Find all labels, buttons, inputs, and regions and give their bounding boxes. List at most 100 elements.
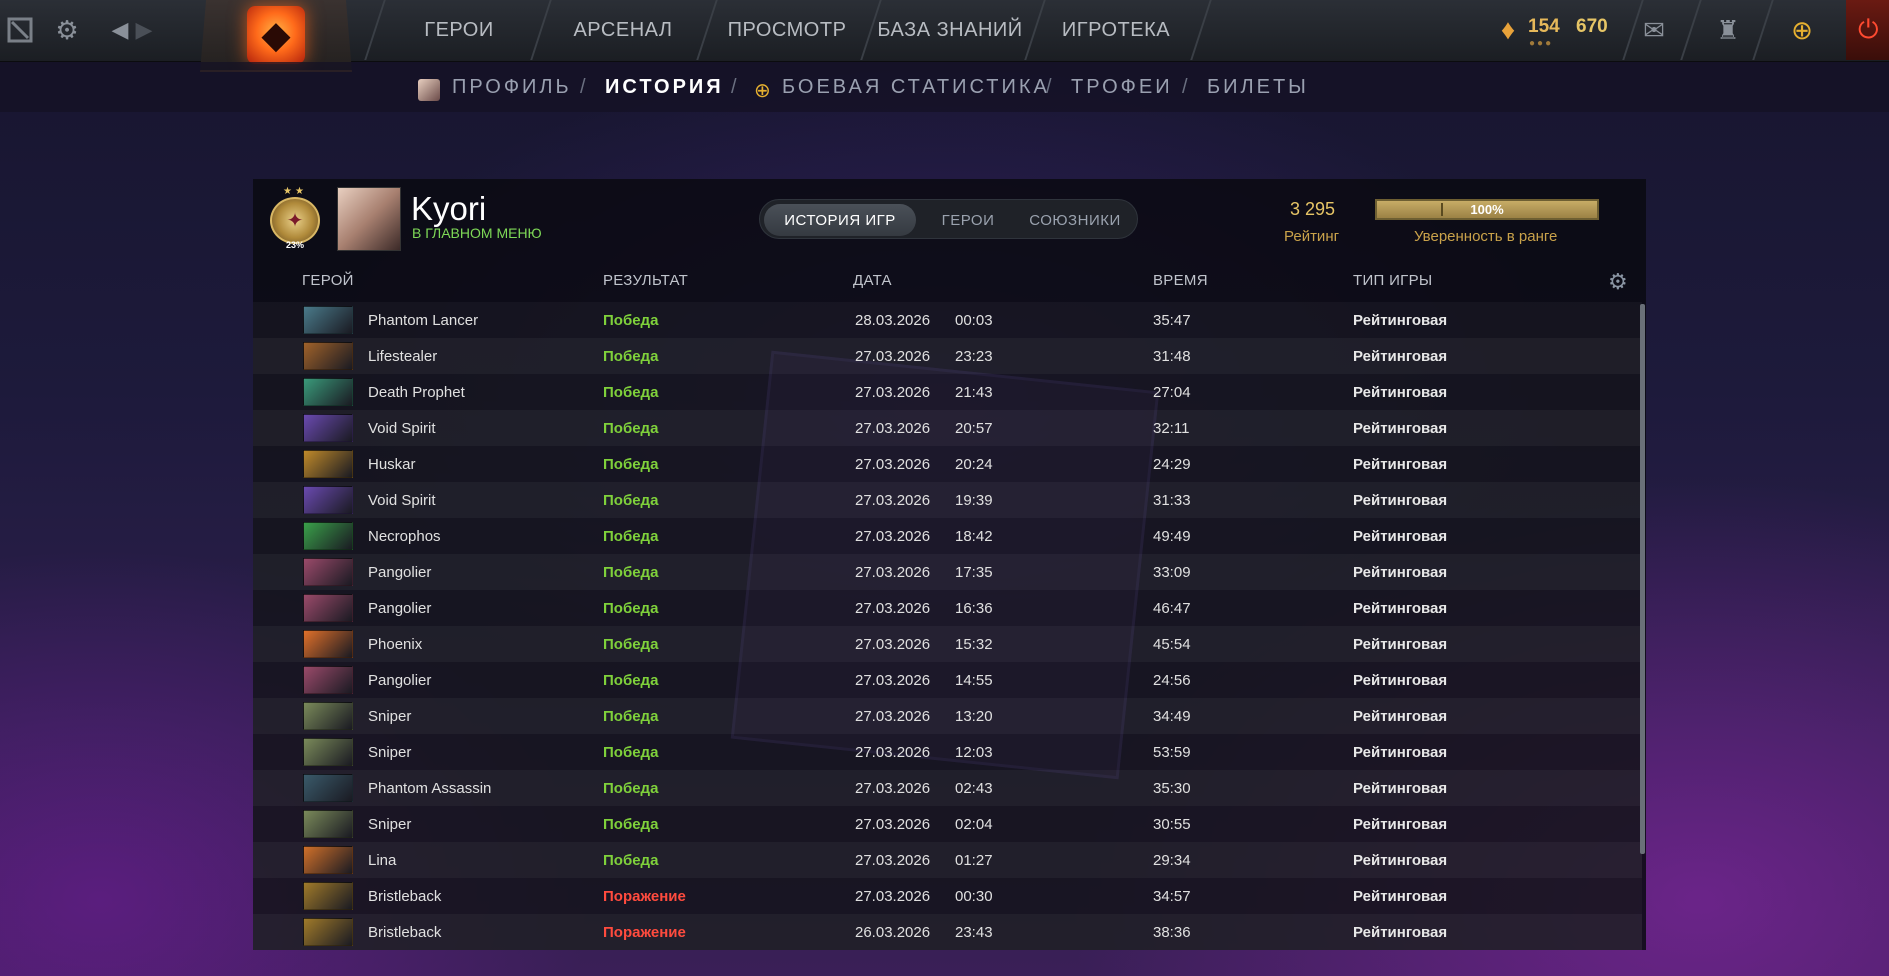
match-row[interactable]: Necrophos Победа 27.03.2026 18:42 49:49 Рейти… <box>253 518 1642 554</box>
power-icon: ⏻ <box>1858 14 1879 44</box>
hero-portrait <box>303 918 353 946</box>
column-header-date[interactable]: ДАТА <box>853 272 892 289</box>
match-result: Победа <box>603 815 659 833</box>
power-button[interactable]: ⏻ <box>1846 0 1889 60</box>
hero-name: Pangolier <box>368 599 432 617</box>
dota-plus-icon[interactable]: ⊕ <box>1786 14 1818 46</box>
tab-heroes[interactable]: ГЕРОИ <box>922 204 1014 236</box>
hero-name: Phantom Assassin <box>368 779 492 797</box>
nav-arcade[interactable]: ИГРОТЕКА <box>1040 0 1192 60</box>
tab-match-history[interactable]: ИСТОРИЯ ИГР <box>764 204 916 236</box>
match-row[interactable]: Sniper Победа 27.03.2026 12:03 53:59 Рейтинго… <box>253 734 1642 770</box>
hero-portrait <box>303 558 353 586</box>
tab-allies[interactable]: СОЮЗНИКИ <box>1016 204 1134 236</box>
match-date: 27.03.2026 <box>855 347 931 365</box>
match-duration: 24:56 <box>1153 671 1191 689</box>
game-mode: Рейтинговая <box>1353 527 1448 545</box>
subnav-profile[interactable]: ПРОФИЛЬ <box>452 76 572 99</box>
mail-icon[interactable]: ✉ <box>1638 14 1670 46</box>
match-duration: 46:47 <box>1153 599 1191 617</box>
hero-portrait <box>303 522 353 550</box>
nav-divider <box>1752 0 1774 60</box>
game-mode: Рейтинговая <box>1353 887 1448 905</box>
profile-avatar-icon <box>418 79 440 101</box>
gold-count: 670 <box>1576 16 1608 37</box>
player-name: Kyori <box>411 190 487 227</box>
nav-arsenal[interactable]: АРСЕНАЛ <box>548 0 698 60</box>
subnav-separator: / <box>580 76 586 98</box>
forward-arrow-icon[interactable]: ▶ <box>128 14 160 46</box>
match-result: Победа <box>603 455 659 473</box>
game-mode: Рейтинговая <box>1353 563 1448 581</box>
subnav-battle-stats[interactable]: БОЕВАЯ СТАТИСТИКА <box>782 76 1050 99</box>
match-row[interactable]: Huskar Победа 27.03.2026 20:24 24:29 Рейтинго… <box>253 446 1642 482</box>
match-date: 27.03.2026 <box>855 383 931 401</box>
hero-name: Phantom Lancer <box>368 311 479 329</box>
game-mode: Рейтинговая <box>1353 707 1448 725</box>
match-row[interactable]: Void Spirit Победа 27.03.2026 20:57 32:11 Рей… <box>253 410 1642 446</box>
column-header-hero[interactable]: ГЕРОЙ <box>302 272 354 289</box>
match-time: 12:03 <box>955 743 993 761</box>
match-row[interactable]: Sniper Победа 27.03.2026 13:20 34:49 Рейтинго… <box>253 698 1642 734</box>
rating-label: Рейтинг <box>1284 228 1340 245</box>
match-time: 00:03 <box>955 311 993 329</box>
match-duration: 49:49 <box>1153 527 1191 545</box>
hero-portrait <box>303 450 353 478</box>
nav-heroes[interactable]: ГЕРОИ <box>384 0 534 60</box>
column-header-duration[interactable]: ВРЕМЯ <box>1153 272 1208 289</box>
game-mode: Рейтинговая <box>1353 455 1448 473</box>
match-duration: 32:11 <box>1153 419 1190 437</box>
match-row[interactable]: Lifestealer Победа 27.03.2026 23:23 31:48 Рей… <box>253 338 1642 374</box>
game-mode: Рейтинговая <box>1353 851 1448 869</box>
subnav-separator: / <box>1046 76 1052 98</box>
hero-name: Phoenix <box>368 635 423 653</box>
table-settings-gear-icon[interactable]: ⚙ <box>1608 269 1628 295</box>
match-date: 27.03.2026 <box>855 635 931 653</box>
armory-icon[interactable]: ♜ <box>1712 14 1744 46</box>
match-time: 16:36 <box>955 599 993 617</box>
dota-menu-icon[interactable] <box>4 14 36 46</box>
match-row[interactable]: Void Spirit Победа 27.03.2026 19:39 31:33 Рей… <box>253 482 1642 518</box>
match-row[interactable]: Pangolier Победа 27.03.2026 16:36 46:47 Рейти… <box>253 590 1642 626</box>
hero-portrait <box>303 666 353 694</box>
nav-watch[interactable]: ПРОСМОТР <box>712 0 862 60</box>
match-row[interactable]: Pangolier Победа 27.03.2026 14:55 24:56 Рейти… <box>253 662 1642 698</box>
subnav-history[interactable]: ИСТОРИЯ <box>605 76 724 99</box>
player-avatar[interactable] <box>337 187 401 251</box>
match-row[interactable]: Lina Победа 27.03.2026 01:27 29:34 Рейтингова… <box>253 842 1642 878</box>
match-row[interactable]: Phantom Assassin Победа 27.03.2026 02:43 35:… <box>253 770 1642 806</box>
match-list-scrollbar[interactable] <box>1640 304 1645 854</box>
rank-medal[interactable]: ★★ ✦ 23% <box>266 186 324 250</box>
rank-confidence-bar: 100% <box>1375 199 1599 220</box>
match-result: Поражение <box>603 923 686 941</box>
column-header-game-mode[interactable]: ТИП ИГРЫ <box>1353 272 1432 289</box>
match-result: Поражение <box>603 887 686 905</box>
settings-gear-icon[interactable]: ⚙ <box>51 14 83 46</box>
match-row[interactable]: Phantom Lancer Победа 28.03.2026 00:03 35:47… <box>253 302 1642 338</box>
match-time: 15:32 <box>955 635 993 653</box>
match-result: Победа <box>603 743 659 761</box>
rank-confidence-text: 100% <box>1470 202 1504 217</box>
hero-name: Bristleback <box>368 887 442 905</box>
game-mode: Рейтинговая <box>1353 491 1448 509</box>
subnav-tickets[interactable]: БИЛЕТЫ <box>1207 76 1309 99</box>
match-row[interactable]: Bristleback Поражение 26.03.2026 23:43 38:36… <box>253 914 1642 950</box>
match-row[interactable]: Bristleback Поражение 27.03.2026 00:30 34:57… <box>253 878 1642 914</box>
game-mode: Рейтинговая <box>1353 383 1448 401</box>
match-row[interactable]: Death Prophet Победа 27.03.2026 21:43 27:04 Р… <box>253 374 1642 410</box>
match-result: Победа <box>603 527 659 545</box>
nav-divider <box>1190 0 1212 60</box>
column-header-result[interactable]: РЕЗУЛЬТАТ <box>603 272 688 289</box>
match-time: 14:55 <box>955 671 993 689</box>
nav-knowledge-base[interactable]: БАЗА ЗНАНИЙ <box>874 0 1026 60</box>
match-row[interactable]: Sniper Победа 27.03.2026 02:04 30:55 Рейтинго… <box>253 806 1642 842</box>
match-row[interactable]: Pangolier Победа 27.03.2026 17:35 33:09 Рейти… <box>253 554 1642 590</box>
match-duration: 34:57 <box>1153 887 1191 905</box>
match-duration: 45:54 <box>1153 635 1191 653</box>
match-time: 18:42 <box>955 527 993 545</box>
subnav-trophies[interactable]: ТРОФЕИ <box>1071 76 1173 99</box>
hero-portrait <box>303 414 353 442</box>
match-date: 27.03.2026 <box>855 599 931 617</box>
match-date: 27.03.2026 <box>855 743 931 761</box>
match-row[interactable]: Phoenix Победа 27.03.2026 15:32 45:54 Рейтинг… <box>253 626 1642 662</box>
